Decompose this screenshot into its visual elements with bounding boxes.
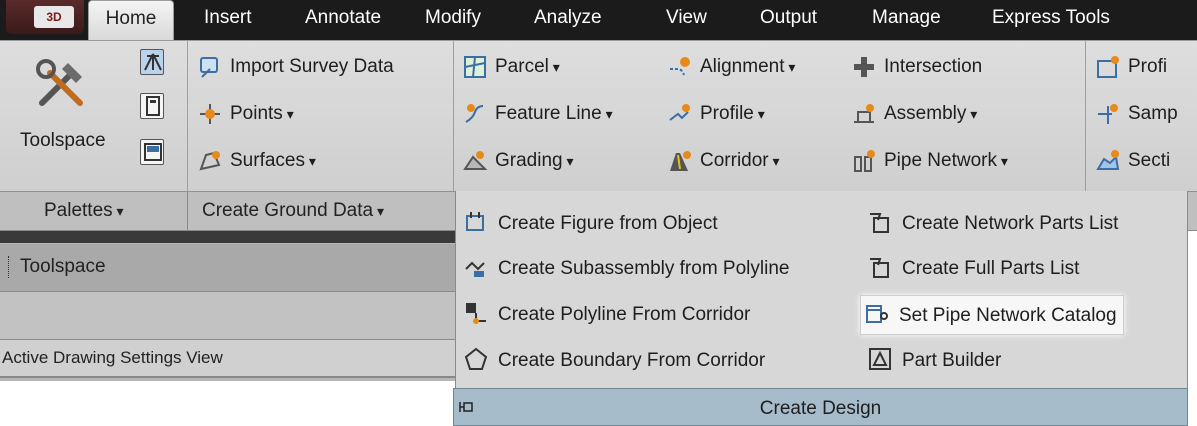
toolspace-icon <box>36 59 83 106</box>
create-polyline-from-corridor-item[interactable]: Create Polyline From Corridor <box>464 295 750 335</box>
toolspace-palette-header[interactable]: Toolspace <box>0 244 455 292</box>
create-figure-from-object-item[interactable]: Create Figure from Object <box>464 204 718 244</box>
section-views-button[interactable]: Secti <box>1128 149 1170 173</box>
tab-output[interactable]: Output <box>760 0 817 40</box>
parts-list-icon <box>870 212 889 233</box>
application-menu-button[interactable]: 3D <box>6 0 84 34</box>
corridor-dropdown[interactable]: Corridor <box>700 149 780 173</box>
toolbox-toggle-button[interactable] <box>140 139 164 165</box>
prospector-toggle-button[interactable] <box>140 49 164 75</box>
parcel-icon <box>464 56 486 78</box>
tab-home[interactable]: Home <box>88 0 174 42</box>
import-survey-data-button[interactable]: Import Survey Data <box>230 55 394 79</box>
palette-divider <box>0 231 455 243</box>
pentagon-icon <box>464 347 488 370</box>
sample-lines-icon <box>1098 104 1118 124</box>
parcel-dropdown[interactable]: Parcel <box>495 55 560 79</box>
part-builder-icon <box>869 347 891 370</box>
figure-icon <box>466 211 484 231</box>
tab-express-tools[interactable]: Express Tools <box>992 0 1110 40</box>
pipe-network-dropdown[interactable]: Pipe Network <box>884 149 1008 173</box>
feature-line-dropdown[interactable]: Feature Line <box>495 102 613 126</box>
part-builder-item[interactable]: Part Builder <box>868 341 1001 381</box>
create-design-panel-title[interactable]: Create Design <box>453 388 1188 426</box>
sample-lines-button[interactable]: Samp <box>1128 102 1178 126</box>
calculator-icon <box>146 96 160 116</box>
section-views-icon <box>1096 150 1120 170</box>
create-network-parts-list-item[interactable]: Create Network Parts List <box>868 204 1118 244</box>
toolspace-label: Toolspace <box>20 130 106 151</box>
toolspace-palette-title: Toolspace <box>20 256 106 277</box>
pipe-network-icon <box>854 150 875 172</box>
palettes-panel-title[interactable]: Palettes <box>44 200 124 222</box>
parts-list-icon <box>870 257 889 278</box>
surfaces-dropdown[interactable]: Surfaces <box>230 149 316 173</box>
intersection-button[interactable]: Intersection <box>884 55 982 79</box>
toolspace-button[interactable]: Toolspace <box>12 49 124 184</box>
active-drawing-settings-row[interactable]: Active Drawing Settings View <box>0 340 455 378</box>
points-icon <box>200 104 220 124</box>
corridor-icon <box>670 151 691 171</box>
set-pipe-network-catalog-item[interactable]: Set Pipe Network Catalog <box>860 295 1124 335</box>
grip-icon <box>8 256 10 278</box>
import-survey-icon <box>200 57 218 78</box>
settings-toggle-button[interactable] <box>140 93 164 119</box>
window-icon <box>144 143 162 161</box>
intersection-icon <box>854 57 874 77</box>
assembly-dropdown[interactable]: Assembly <box>884 102 977 126</box>
create-full-parts-list-item[interactable]: Create Full Parts List <box>868 249 1079 289</box>
alignment-icon <box>670 57 690 76</box>
assembly-icon <box>854 104 874 123</box>
create-boundary-from-corridor-item[interactable]: Create Boundary From Corridor <box>464 341 765 381</box>
alignment-dropdown[interactable]: Alignment <box>700 55 795 79</box>
palette-empty-row <box>0 292 455 340</box>
tab-view[interactable]: View <box>666 0 707 40</box>
tab-analyze[interactable]: Analyze <box>534 0 602 40</box>
grading-dropdown[interactable]: Grading <box>495 149 574 173</box>
create-subassembly-from-polyline-item[interactable]: Create Subassembly from Polyline <box>464 249 789 289</box>
profile-icon <box>669 104 690 121</box>
ribbon-panel-area: Toolspace Import Survey Data Points Surf… <box>0 40 1197 191</box>
panel-separator <box>453 41 454 191</box>
surfaces-icon <box>199 151 221 171</box>
tab-annotate[interactable]: Annotate <box>305 0 381 40</box>
active-drawing-settings-label: Active Drawing Settings View <box>2 348 223 367</box>
tab-manage[interactable]: Manage <box>872 0 941 40</box>
create-design-title-label: Create Design <box>759 398 882 419</box>
profile-view-icon <box>1097 56 1119 78</box>
app-badge: 3D <box>34 6 74 28</box>
create-ground-data-panel-title[interactable]: Create Ground Data <box>202 200 384 222</box>
grading-icon <box>463 151 487 170</box>
profile-view-button[interactable]: Profi <box>1128 55 1167 79</box>
tab-insert[interactable]: Insert <box>204 0 252 40</box>
feature-line-icon <box>465 104 484 123</box>
panel-separator <box>187 192 188 232</box>
survey-tripod-icon <box>144 53 162 71</box>
profile-dropdown[interactable]: Profile <box>700 102 765 126</box>
catalog-icon <box>866 304 888 323</box>
ribbon-tab-bar: 3D Home Insert Annotate Modify Analyze V… <box>0 0 1197 42</box>
panel-separator <box>1085 41 1086 191</box>
panel-separator <box>187 41 188 191</box>
points-dropdown[interactable]: Points <box>230 102 294 126</box>
subassembly-icon <box>465 261 485 277</box>
tab-modify[interactable]: Modify <box>425 0 481 40</box>
polyline-icon <box>466 302 486 324</box>
